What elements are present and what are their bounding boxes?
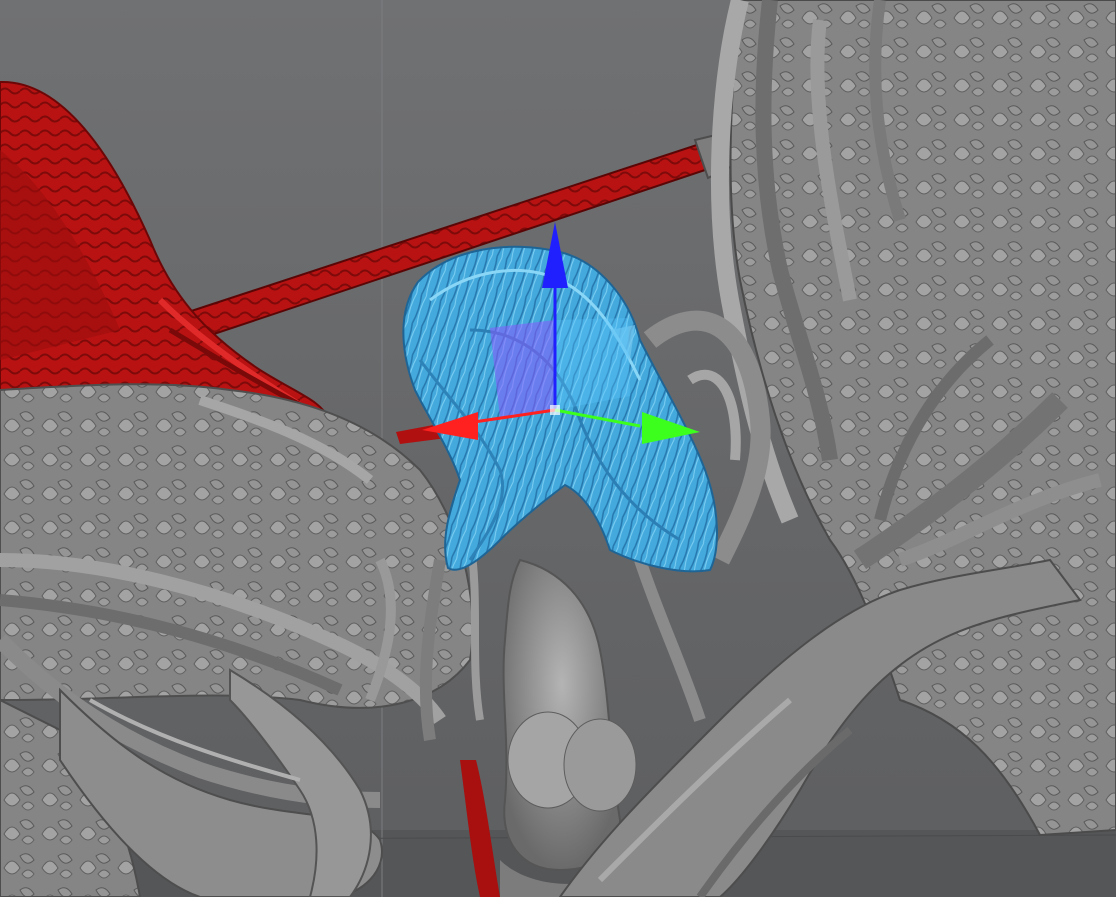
gizmo-center[interactable]	[550, 405, 560, 415]
gizmo-plane-handle-yz[interactable]	[555, 318, 630, 410]
3d-viewport[interactable]	[0, 0, 1116, 897]
gizmo-plane-handle[interactable]	[490, 320, 555, 418]
scene-canvas[interactable]	[0, 0, 1116, 897]
